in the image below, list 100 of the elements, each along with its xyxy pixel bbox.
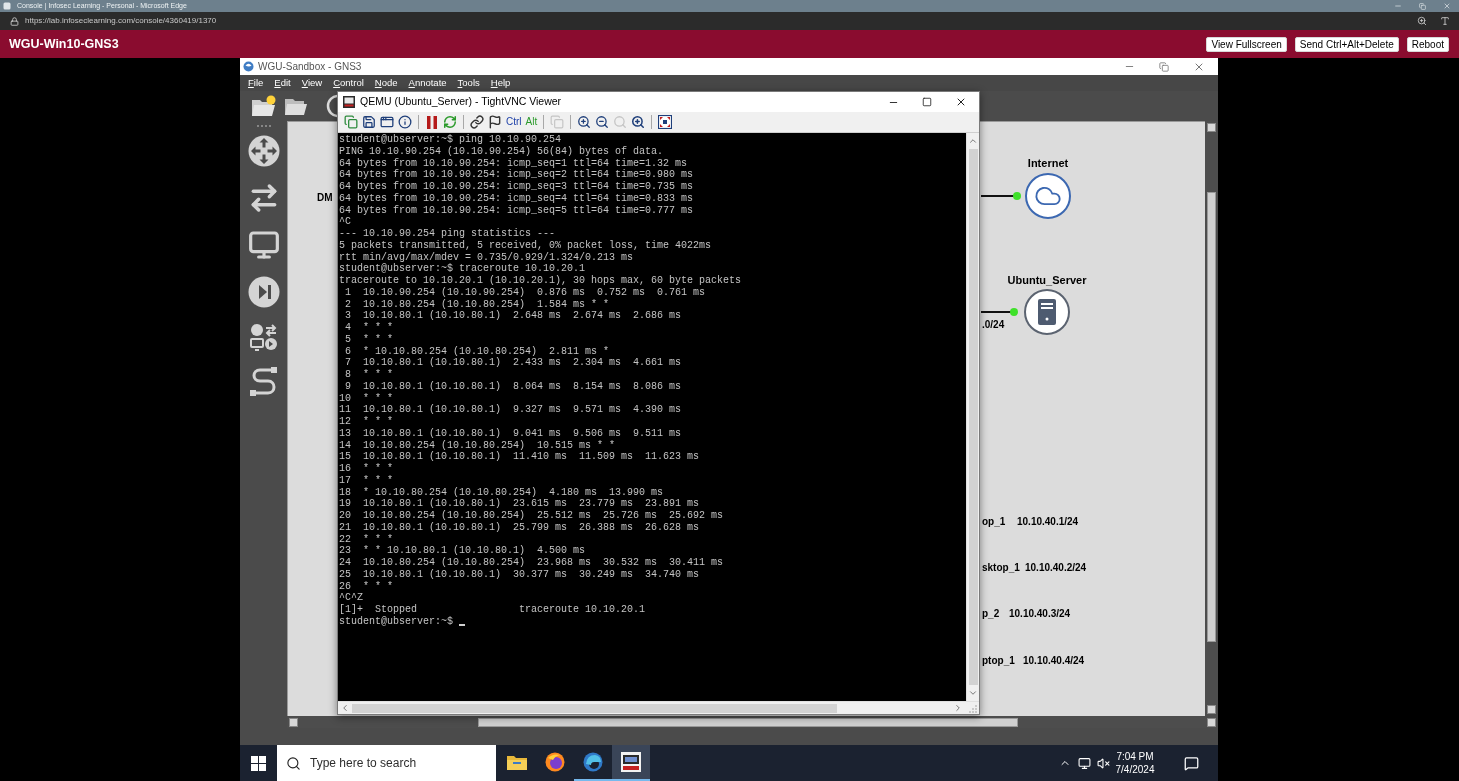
terminal-line: 15 10.10.80.1 (10.10.80.1) 11.410 ms 11.509 ms 11.623 ms [339, 451, 700, 463]
clock-date[interactable]: 7/4/2024 [1115, 763, 1155, 776]
menu-item[interactable]: Edit [274, 77, 291, 89]
toolbar-button[interactable] [656, 113, 675, 131]
terminal-line: 22 * * * [339, 533, 393, 545]
terminal-line: 3 10.10.80.1 (10.10.80.1) 2.648 ms 2.674 ms 2.686 ms [344, 310, 682, 322]
server-node-icon[interactable] [1024, 289, 1070, 335]
pause-icon [427, 115, 437, 129]
horizontal-scrollbar[interactable] [338, 701, 979, 714]
search-field[interactable]: Type here to search [277, 745, 496, 781]
menu-item[interactable]: Node [374, 77, 398, 89]
terminal-line: 9 10.10.80.1 (10.10.80.1) 8.064 ms 8.154 ms 8.086 ms [344, 380, 682, 393]
menu-item[interactable]: File [248, 77, 264, 89]
scroll-right-icon[interactable] [953, 703, 963, 713]
folder-icon [507, 754, 527, 770]
menu-item[interactable]: Tools [457, 77, 480, 89]
scroll-left-button[interactable] [289, 717, 298, 727]
terminal-line: 64 bytes from 10.10.90.254: icmp_seq=2 ttl=64 time=0.980 ms [339, 169, 694, 181]
clock-time[interactable]: 7:04 PM [1116, 750, 1154, 763]
menu-item[interactable]: Control [333, 77, 364, 89]
toolbar-button[interactable] [360, 113, 378, 131]
terminal-line: 8 * * * [344, 369, 393, 381]
header-button[interactable]: Reboot [1406, 36, 1449, 52]
vertical-scrollbar[interactable] [966, 133, 979, 701]
lock-icon [10, 16, 19, 26]
link-label: op_1 [982, 515, 1006, 528]
scroll-left-icon[interactable] [340, 703, 350, 713]
restore-icon[interactable] [1159, 61, 1169, 72]
screen-app-icon [343, 96, 355, 108]
skip-circle-icon[interactable] [247, 276, 280, 308]
letter-icon[interactable] [1440, 16, 1450, 26]
terminal-line: 5 * * * [344, 333, 393, 346]
monitor-icon[interactable] [1078, 756, 1091, 770]
terminal-line: 2 10.10.80.254 (10.10.80.254) 1.584 ms * * [344, 298, 610, 310]
cable-icon[interactable] [247, 366, 280, 398]
toolbar-button[interactable] [396, 113, 414, 131]
terminal-line: 12 * * * [339, 416, 393, 428]
terminal-line: 21 10.10.80.1 (10.10.80.1) 25.799 ms 26.388 ms 26.628 ms [339, 521, 700, 534]
toolbar-button[interactable] [468, 113, 486, 131]
monitor-icon[interactable] [247, 229, 280, 261]
terminal-line: PING 10.10.90.254 (10.10.90.254) 56(84) bytes of data. [339, 145, 664, 158]
terminal-line: --- 10.10.90.254 ping statistics --- [339, 228, 556, 240]
terminal-line: traceroute to 10.10.20.1 (10.10.20.1), 30 hops max, 60 byte packets [339, 275, 742, 287]
menu-item[interactable]: Help [490, 77, 511, 89]
message-icon[interactable] [1184, 755, 1199, 771]
zoom-out-icon [595, 115, 610, 129]
key-toggle-button[interactable]: Ctrl [504, 113, 524, 131]
scrollbar-thumb[interactable] [1207, 192, 1216, 642]
speaker-muted-icon[interactable] [1097, 756, 1110, 770]
scroll-down-icon[interactable] [968, 688, 978, 698]
terminal-line: 10 * * * [339, 392, 393, 405]
link-label: 10.10.40.1/24 [1017, 515, 1079, 528]
app-globe-icon [243, 61, 254, 72]
device-group-icon[interactable] [249, 323, 278, 351]
terminal-line: 11 10.10.80.1 (10.10.80.1) 9.327 ms 9.571 ms 4.390 ms [339, 404, 682, 416]
menu-item[interactable]: View [301, 77, 323, 89]
menu-item[interactable]: Annotate [408, 77, 447, 89]
arrows-circle-icon[interactable] [247, 135, 280, 167]
cloud-node-icon[interactable] [1025, 173, 1071, 219]
vertical-scrollbar[interactable] [1205, 121, 1218, 716]
link-label: 10.10.40.4/24 [1023, 654, 1085, 667]
terminal-line: student@ubserver:~$ [339, 615, 454, 628]
scrollbar-thumb[interactable] [968, 149, 978, 685]
maximize-icon[interactable] [922, 97, 932, 107]
terminal-line: 5 packets transmitted, 5 received, 0% packet loss, time 4022ms [339, 239, 712, 252]
scrollbar-thumb[interactable] [352, 703, 837, 713]
taskbar-app-button[interactable] [612, 745, 650, 781]
save-icon [362, 115, 376, 129]
folder-icon[interactable] [284, 96, 307, 116]
scroll-up-icon[interactable] [968, 136, 978, 146]
console-title: WGU-Win10-GNS3 [9, 35, 119, 53]
close-icon[interactable] [955, 96, 967, 108]
terminal-line: 19 10.10.80.1 (10.10.80.1) 23.615 ms 23.779 ms 23.891 ms [339, 498, 700, 510]
zoom-icon[interactable] [1417, 16, 1427, 26]
link-label: DM [317, 191, 333, 204]
screen-tile-icon [621, 752, 641, 772]
horizontal-scrollbar[interactable] [287, 716, 1218, 728]
terminal-line: 1 10.10.90.254 (10.10.90.254) 0.876 ms 0.752 ms 0.761 ms [344, 286, 706, 299]
window-icon [380, 115, 394, 129]
terminal-line: 64 bytes from 10.10.90.254: icmp_seq=4 ttl=64 time=0.833 ms [339, 192, 694, 205]
scroll-right-button[interactable] [1207, 717, 1216, 727]
header-button[interactable]: View Fullscreen [1206, 36, 1287, 52]
search-icon [286, 756, 301, 771]
link-label: 10.10.40.3/24 [1009, 607, 1071, 620]
window-title: QEMU (Ubuntu_Server) - TightVNC Viewer [360, 94, 562, 110]
link-line [981, 195, 1015, 197]
terminal-line: 18 * 10.10.80.254 (10.10.80.254) 4.180 ms 13.990 ms [339, 486, 664, 498]
terminal-line: 64 bytes from 10.10.90.254: icmp_seq=3 ttl=64 time=0.735 ms [339, 181, 694, 193]
zoom-in-icon [577, 115, 592, 129]
folder-star-icon[interactable] [251, 95, 276, 117]
scrollbar-thumb[interactable] [478, 717, 1018, 727]
address-text[interactable]: https://lab.infoseclearning.com/console/4360419/1370 [25, 16, 217, 26]
flag-icon [488, 115, 502, 129]
link-label: sktop_1 [982, 561, 1020, 574]
magnifier-icon [613, 115, 628, 129]
link-icon [470, 115, 484, 129]
header-button[interactable]: Send Ctrl+Alt+Delete [1294, 36, 1399, 52]
terminal-line: ^C^Z [339, 592, 363, 604]
refresh-icon [443, 115, 457, 129]
window-title: WGU-Sandbox - GNS3 [258, 60, 362, 74]
